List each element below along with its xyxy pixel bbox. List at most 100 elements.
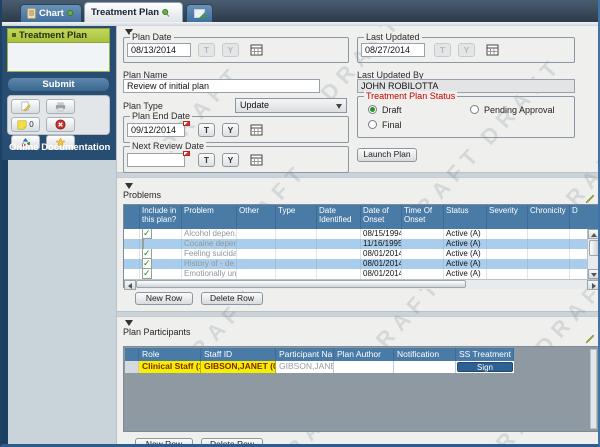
scroll-down-icon[interactable] xyxy=(588,269,598,279)
participant-row[interactable]: Clinical Staff (1) GIBSON,JANET (0000...… xyxy=(125,361,514,373)
col-status[interactable]: Status xyxy=(444,205,487,229)
last-updated-yesterday-button[interactable]: Y xyxy=(458,43,475,57)
online-documentation-link[interactable]: Online Documentation xyxy=(9,142,110,153)
calendar-icon[interactable] xyxy=(250,43,263,56)
problem-row[interactable]: History of - de... 08/01/2014 Active (A) xyxy=(124,259,587,269)
tab-treatment-plan[interactable]: Treatment Plan xyxy=(84,2,183,22)
col-severity[interactable]: Severity xyxy=(487,205,528,229)
scroll-left-icon[interactable] xyxy=(124,280,136,290)
cell-status: Active (A) xyxy=(444,249,487,259)
col-date-identified[interactable]: Date Identified xyxy=(317,205,361,229)
open-window-icon xyxy=(193,9,205,18)
close-icon xyxy=(55,119,66,130)
notes-button[interactable]: 0 xyxy=(11,117,40,132)
cell-date-of-onset: 08/01/2014 xyxy=(363,269,402,279)
problem-row[interactable]: Emotionally un... 08/01/2014 Active (A) xyxy=(124,269,587,279)
col-ss-treatment[interactable]: SS Treatment xyxy=(456,348,514,361)
scroll-up-icon[interactable] xyxy=(588,229,598,239)
col-other[interactable]: Other xyxy=(237,205,276,229)
edit-pencil-icon[interactable] xyxy=(585,194,595,204)
launch-plan-button[interactable]: Launch Plan xyxy=(357,148,417,162)
problems-delete-row-button[interactable]: Delete Row xyxy=(201,292,263,305)
col-chronicity[interactable]: Chronicity xyxy=(528,205,570,229)
col-type[interactable]: Type xyxy=(276,205,317,229)
tab-chart[interactable]: Chart xyxy=(20,4,82,22)
sidebar-option-list[interactable] xyxy=(7,43,110,72)
include-checkbox[interactable] xyxy=(142,239,144,249)
status-draft-radio[interactable] xyxy=(368,105,377,114)
sidebar-toolbar: 0 xyxy=(7,95,110,150)
col-date-of-onset[interactable]: Date of Onset xyxy=(361,205,402,229)
sign-button[interactable] xyxy=(11,99,40,114)
include-checkbox[interactable] xyxy=(142,269,152,279)
plan-end-date-input[interactable]: 09/12/2014 xyxy=(127,123,185,137)
last-updated-today-button[interactable]: T xyxy=(434,43,451,57)
participants-delete-row-button[interactable]: Delete Row xyxy=(201,438,263,444)
calendar-icon[interactable] xyxy=(486,43,499,56)
scrollbar-thumb[interactable] xyxy=(136,280,466,288)
col-notification[interactable]: Notification xyxy=(394,348,456,361)
problem-row[interactable]: Feeling suicidal... 08/01/2014 Active (A… xyxy=(124,249,587,259)
sidebar-panel-header[interactable]: Treatment Plan xyxy=(7,28,110,43)
cell-staff-id[interactable]: GIBSON,JANET (0000... xyxy=(201,361,276,373)
problems-grid-body: Alcohol depen... 08/15/1994 Active (A) C… xyxy=(124,229,587,279)
participants-section-title: Plan Participants xyxy=(123,327,191,337)
col-staff-id[interactable]: Staff ID xyxy=(201,348,276,361)
col-participant-name[interactable]: Participant Name xyxy=(276,348,334,361)
plan-date-input[interactable]: 08/13/2014 xyxy=(127,43,191,57)
edit-pencil-icon[interactable] xyxy=(585,334,595,344)
sign-button[interactable]: Sign xyxy=(457,362,513,372)
chevron-down-icon xyxy=(336,104,342,109)
status-pending-approval-radio[interactable] xyxy=(470,105,479,114)
next-review-today-button[interactable]: T xyxy=(198,153,215,167)
include-checkbox[interactable] xyxy=(142,229,152,239)
cell-role[interactable]: Clinical Staff (1) xyxy=(139,361,201,373)
plan-name-input[interactable]: Review of initial plan xyxy=(123,79,320,93)
col-plan-author[interactable]: Plan Author xyxy=(334,348,394,361)
last-updated-group: Last Updated 08/27/2014 T Y xyxy=(357,32,575,63)
include-checkbox[interactable] xyxy=(142,259,152,269)
next-review-date-group: Next Review Date T Y xyxy=(123,141,349,173)
cell-participant-name: GIBSON,JANET xyxy=(276,361,334,373)
next-review-yesterday-button[interactable]: Y xyxy=(222,153,239,167)
treatment-plan-status-label: Treatment Plan Status xyxy=(364,91,458,101)
plan-date-yesterday-button[interactable]: Y xyxy=(222,43,239,57)
plan-type-dropdown[interactable]: Update xyxy=(235,98,347,113)
plan-date-today-button[interactable]: T xyxy=(198,43,215,57)
problems-new-row-button[interactable]: New Row xyxy=(135,292,193,305)
scroll-right-icon[interactable] xyxy=(587,280,598,290)
print-icon xyxy=(56,102,66,112)
bullet-icon xyxy=(12,33,16,37)
last-updated-input: 08/27/2014 xyxy=(361,43,425,57)
tab-bar: Chart Treatment Plan xyxy=(2,0,598,22)
next-review-date-input[interactable] xyxy=(127,153,185,167)
plan-end-date-yesterday-button[interactable]: Y xyxy=(222,123,239,137)
collapse-participants-icon[interactable] xyxy=(125,320,133,326)
col-role[interactable]: Role xyxy=(139,348,201,361)
col-include[interactable]: Include in this plan? xyxy=(140,205,182,229)
vertical-scrollbar[interactable] xyxy=(590,349,597,429)
note-icon xyxy=(17,120,27,129)
col-problem[interactable]: Problem xyxy=(182,205,237,229)
print-button[interactable] xyxy=(46,99,76,114)
tab-open-window[interactable] xyxy=(186,4,213,22)
collapse-problems-icon[interactable] xyxy=(125,183,133,189)
close-button[interactable] xyxy=(46,117,76,132)
submit-button[interactable]: Submit xyxy=(7,77,110,92)
plan-end-date-today-button[interactable]: T xyxy=(198,123,215,137)
cell-status: Active (A) xyxy=(444,239,487,249)
status-final-radio[interactable] xyxy=(368,120,377,129)
calendar-icon[interactable] xyxy=(250,153,263,166)
scrollbar-thumb[interactable] xyxy=(589,240,598,256)
include-checkbox[interactable] xyxy=(142,249,152,259)
problem-row[interactable]: Alcohol depen... 08/15/1994 Active (A) xyxy=(124,229,587,239)
col-partial: D xyxy=(572,206,578,215)
row-selector-cell[interactable] xyxy=(125,361,139,373)
vertical-scrollbar[interactable] xyxy=(587,229,598,279)
participants-new-row-button[interactable]: New Row xyxy=(135,438,193,444)
col-time-of-onset[interactable]: Time Of Onset xyxy=(402,205,444,229)
horizontal-scrollbar[interactable] xyxy=(124,279,598,290)
problem-row[interactable]: Cocaine depen... 11/16/1995 Active (A) xyxy=(124,239,587,249)
cell-date-of-onset: 08/15/1994 xyxy=(363,229,402,239)
calendar-icon[interactable] xyxy=(250,123,263,136)
